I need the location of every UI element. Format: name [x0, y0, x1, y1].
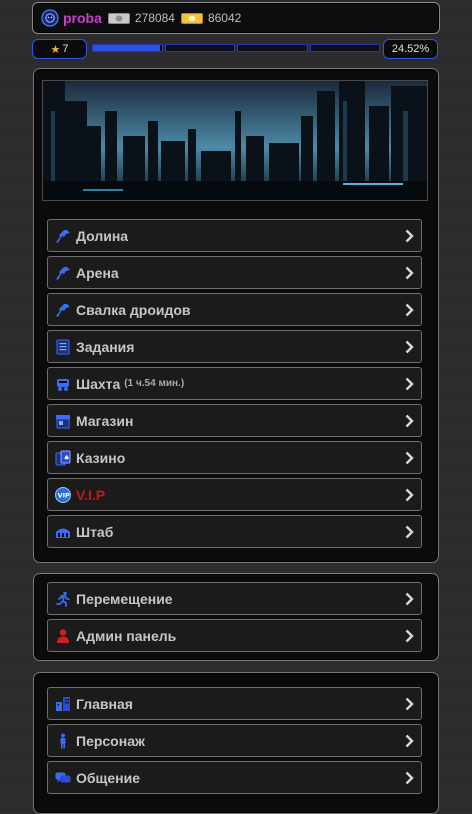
menu-item-running-man-0[interactable]: Перемещение: [47, 582, 422, 615]
menu-item-gun-0[interactable]: Долина: [47, 219, 422, 252]
menu-item-headquarters-8[interactable]: Штаб: [47, 515, 422, 548]
chevron-right-icon: [405, 266, 414, 280]
running-man-icon: [55, 591, 71, 607]
svg-text:♠: ♠: [64, 454, 70, 462]
menu-item-vip-7[interactable]: VIP V.I.P: [47, 478, 422, 511]
lion-avatar-icon[interactable]: [41, 9, 59, 27]
experience-percent: 24.52%: [383, 39, 438, 59]
menu-item-label: Персонаж: [76, 732, 145, 749]
document-icon: [55, 339, 71, 355]
menu-item-label: Задания: [76, 338, 135, 355]
person-icon: [55, 733, 71, 749]
chevron-right-icon: [405, 303, 414, 317]
chevron-right-icon: [405, 451, 414, 465]
silver-icon: [107, 12, 130, 24]
chevron-right-icon: [405, 377, 414, 391]
menu-item-gun-1[interactable]: Арена: [47, 256, 422, 289]
experience-progress-bar: [92, 44, 380, 52]
menu-item-cards-6[interactable]: ♠ Казино: [47, 441, 422, 474]
headquarters-icon: [55, 524, 71, 540]
chevron-right-icon: [405, 592, 414, 606]
admin-icon: [55, 628, 71, 644]
menu-item-label: Арена: [76, 264, 119, 281]
menu-item-gun-2[interactable]: Свалка дроидов: [47, 293, 422, 326]
menu-item-admin-1[interactable]: Админ панель: [47, 619, 422, 652]
menu-item-label: Шахта: [76, 375, 121, 392]
chevron-right-icon: [405, 697, 414, 711]
menu-item-label: Свалка дроидов: [76, 301, 191, 318]
silver-amount: 278084: [134, 11, 175, 25]
level-value: 7: [62, 43, 69, 55]
chat-icon: [55, 770, 71, 786]
menu-item-minecart-4[interactable]: Шахта (1 ч.54 мин.): [47, 367, 422, 400]
menu-item-label: Админ панель: [76, 627, 177, 644]
menu-item-timer: (1 ч.54 мин.): [124, 378, 185, 389]
level-badge: ★ 7: [32, 39, 87, 59]
menu-item-label: Общение: [76, 769, 140, 786]
menu-item-person-1[interactable]: Персонаж: [47, 724, 422, 757]
navigation-panel: Перемещение Админ панель: [33, 573, 439, 661]
menu-item-buildings-0[interactable]: Главная: [47, 687, 422, 720]
player-status-bar: proba 278084 86042: [32, 2, 440, 34]
bottom-menu-panel: Главная Персонаж Общение: [33, 672, 439, 814]
chevron-right-icon: [405, 771, 414, 785]
gun-icon: [55, 228, 71, 244]
cards-icon: ♠: [55, 450, 71, 466]
gold-amount: 86042: [207, 11, 242, 25]
chevron-right-icon: [405, 340, 414, 354]
menu-item-label: V.I.P: [76, 486, 106, 503]
menu-item-label: Главная: [76, 695, 133, 712]
main-menu-panel: Долина Арена Свалка дроидов Задания Шахта (1 …: [33, 68, 439, 563]
minecart-icon: [55, 376, 71, 392]
progress-fill: [93, 45, 161, 51]
menu-item-label: Долина: [76, 227, 129, 244]
chevron-right-icon: [405, 414, 414, 428]
menu-item-shop-5[interactable]: Магазин: [47, 404, 422, 437]
gold-icon: [180, 12, 203, 24]
menu-item-label: Казино: [76, 449, 126, 466]
star-icon: ★: [50, 43, 61, 56]
city-banner-image: [42, 80, 428, 201]
menu-item-document-3[interactable]: Задания: [47, 330, 422, 363]
chevron-right-icon: [405, 229, 414, 243]
player-name[interactable]: proba: [63, 10, 102, 26]
shop-icon: [55, 413, 71, 429]
menu-item-chat-2[interactable]: Общение: [47, 761, 422, 794]
chevron-right-icon: [405, 488, 414, 502]
chevron-right-icon: [405, 525, 414, 539]
vip-icon: VIP: [55, 486, 71, 503]
svg-text:VIP: VIP: [58, 491, 70, 499]
chevron-right-icon: [405, 629, 414, 643]
menu-item-label: Перемещение: [76, 590, 173, 607]
gun-icon: [55, 265, 71, 281]
chevron-right-icon: [405, 734, 414, 748]
buildings-icon: [55, 696, 71, 712]
menu-item-label: Магазин: [76, 412, 134, 429]
gun-icon: [55, 302, 71, 318]
menu-item-label: Штаб: [76, 523, 114, 540]
